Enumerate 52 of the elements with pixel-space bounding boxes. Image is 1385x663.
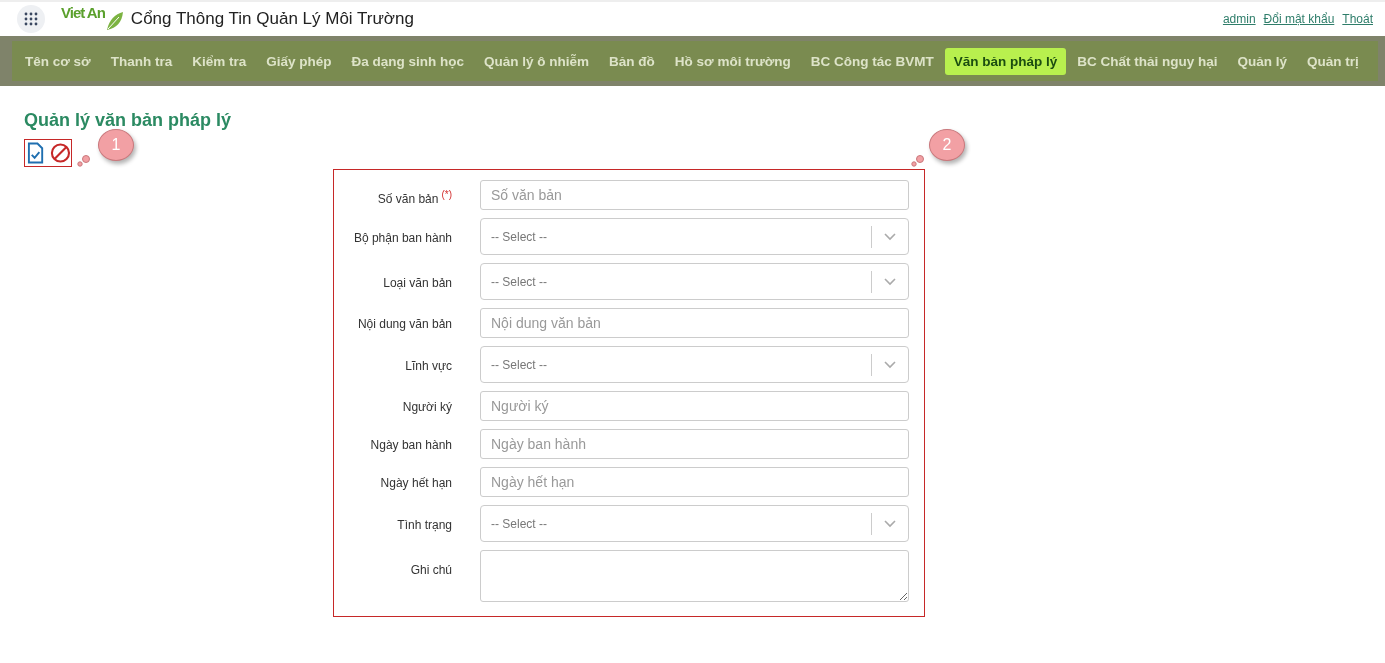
input-field[interactable]: Ngày hết hạn — [480, 467, 909, 497]
select-field[interactable]: -- Select -- — [480, 263, 909, 300]
select-field[interactable]: -- Select -- — [480, 346, 909, 383]
input-field[interactable]: Ngày ban hành — [480, 429, 909, 459]
chevron-down-icon — [884, 360, 896, 369]
input-field[interactable]: Nội dung văn bản — [480, 308, 909, 338]
nav-tab[interactable]: Kiểm tra — [183, 47, 256, 75]
leaf-icon — [104, 10, 125, 32]
required-mark: (*) — [441, 189, 452, 200]
callout-bubble: 2 — [929, 129, 965, 161]
header-link[interactable]: admin — [1222, 12, 1256, 26]
apps-menu-button[interactable] — [17, 5, 45, 33]
select-field[interactable]: -- Select -- — [480, 505, 909, 542]
nav-tab[interactable]: Quản trị — [1298, 47, 1368, 75]
field-label: Tình trạng — [397, 518, 452, 532]
nav-tab[interactable]: Tên cơ sở — [16, 47, 100, 75]
nav-tab[interactable]: Thanh tra — [101, 47, 182, 75]
chevron-down-icon — [884, 277, 896, 286]
chevron-down-icon — [884, 519, 896, 528]
nav-tab[interactable]: Quản lý — [1228, 47, 1297, 75]
field-label: Ngày ban hành — [370, 438, 452, 452]
cancel-icon[interactable] — [50, 142, 71, 164]
callout-tail-icon — [911, 155, 925, 167]
site-title: Cổng Thông Tin Quản Lý Môi Trường — [130, 9, 414, 29]
nav-tab[interactable]: Quản lý ô nhiễm — [475, 47, 599, 75]
nav-tab[interactable]: Bản đồ — [600, 47, 664, 75]
header-link[interactable]: Thoát — [1342, 12, 1373, 26]
field-label: Ngày hết hạn — [380, 476, 452, 490]
select-field[interactable]: -- Select -- — [480, 218, 909, 255]
field-label: Bộ phận ban hành — [353, 231, 452, 245]
field-label: Số văn bản — [377, 192, 439, 206]
field-label: Loại văn bản — [383, 276, 452, 290]
input-field[interactable]: Người ký — [480, 391, 909, 421]
callout-tail-icon — [77, 155, 91, 167]
nav-tab[interactable]: Văn bản pháp lý — [944, 47, 1067, 75]
grid-icon — [24, 12, 38, 26]
field-label: Ghi chú — [410, 563, 452, 577]
input-field[interactable]: Số văn bản — [480, 180, 909, 210]
callout-bubble: 1 — [98, 129, 134, 161]
nav-tab[interactable]: Hồ sơ môi trường — [665, 47, 800, 75]
header-link[interactable]: Đổi mật khẩu — [1263, 12, 1335, 26]
nav-tab[interactable]: Giấy phép — [257, 47, 341, 75]
nav-tab[interactable]: Đa dạng sinh học — [342, 47, 474, 75]
field-label: Nội dung văn bản — [357, 317, 452, 331]
logo-text: Viet An — [61, 4, 105, 21]
nav-tab[interactable]: BC Công tác BVMT — [801, 47, 943, 75]
field-label: Lĩnh vực — [405, 359, 452, 373]
document-check-icon[interactable] — [27, 142, 45, 164]
page-title: Quản lý văn bản pháp lý — [24, 110, 233, 131]
nav-tab[interactable]: BC Chất thải nguy hại — [1068, 47, 1227, 75]
field-label: Người ký — [402, 400, 452, 414]
chevron-down-icon — [884, 232, 896, 241]
